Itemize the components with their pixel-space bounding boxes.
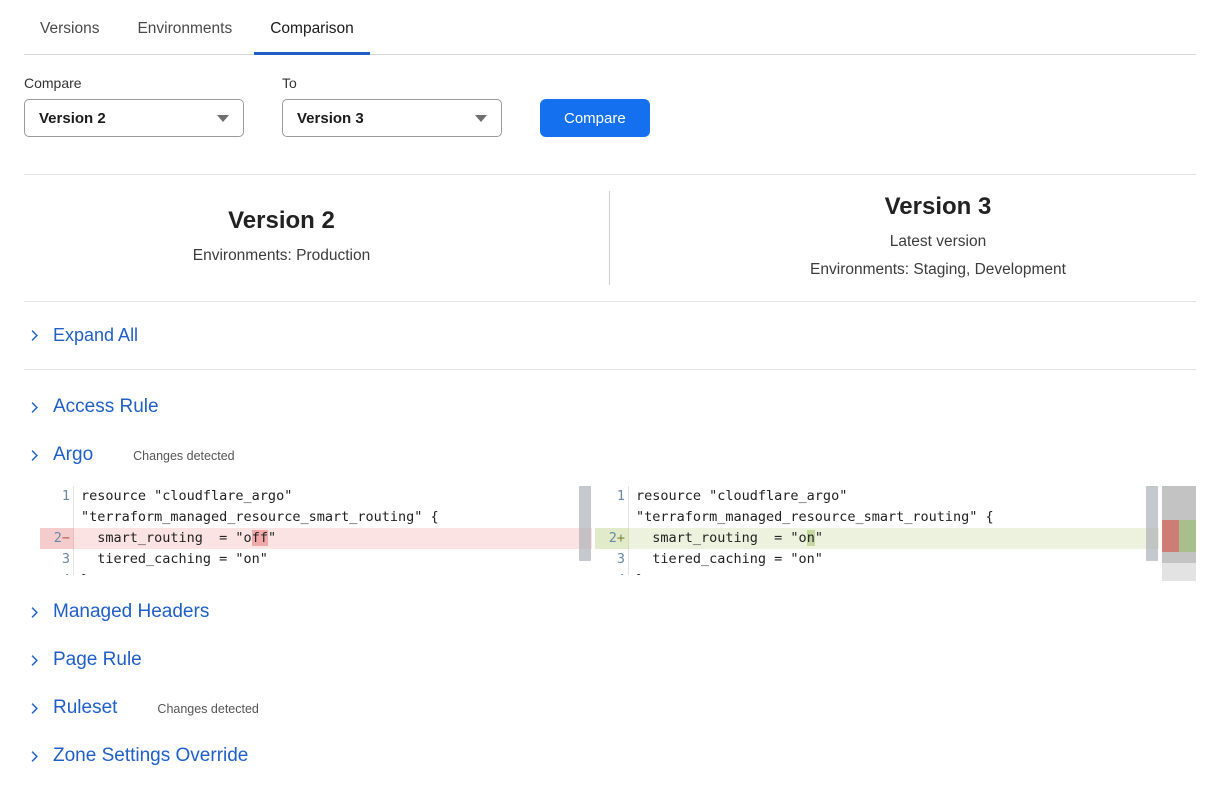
- tab-comparison[interactable]: Comparison: [254, 16, 370, 54]
- section-ruleset[interactable]: Ruleset Changes detected: [24, 697, 1196, 719]
- line-number: 2−: [40, 528, 74, 549]
- line-number: 2+: [595, 528, 629, 549]
- right-pane-scrollbar[interactable]: [1145, 486, 1159, 575]
- compare-from-label: Compare: [24, 75, 244, 91]
- chevron-right-icon: [28, 606, 41, 619]
- line-number: 4: [40, 570, 74, 575]
- section-label: Page Rule: [53, 649, 142, 671]
- version-left-title: Version 2: [24, 207, 539, 235]
- compare-to-select[interactable]: Version 3: [282, 99, 502, 137]
- section-label: Argo: [53, 444, 93, 466]
- compare-button[interactable]: Compare: [540, 99, 650, 137]
- code-text: }: [74, 570, 89, 575]
- code-text: tiered_caching = "on": [74, 549, 268, 570]
- version-right-environments: Environments: Staging, Development: [680, 256, 1196, 284]
- diff-row: 4}: [40, 570, 592, 575]
- version-right-subtitle: Latest version: [680, 228, 1196, 256]
- expand-all-label: Expand All: [53, 325, 138, 346]
- removed-marker: [1162, 520, 1179, 552]
- chevron-right-icon: [28, 702, 41, 715]
- section-label: Zone Settings Override: [53, 745, 248, 767]
- compare-from-field: Compare Version 2: [24, 75, 244, 137]
- scrollbar-thumb[interactable]: [1146, 486, 1158, 561]
- tab-bar: Versions Environments Comparison: [24, 0, 1196, 55]
- diff-viewer: 1resource "cloudflare_argo""terraform_ma…: [40, 486, 1196, 575]
- left-pane-scrollbar[interactable]: [578, 486, 592, 575]
- section-zone-settings-override[interactable]: Zone Settings Override: [24, 745, 1196, 767]
- compare-to-field: To Version 3: [282, 75, 502, 137]
- version-headers: Version 2 Environments: Production Versi…: [24, 175, 1196, 301]
- changes-detected-badge: Changes detected: [133, 449, 234, 463]
- diff-row: 1resource "cloudflare_argo": [40, 486, 592, 507]
- expand-all-button[interactable]: Expand All: [24, 302, 1196, 370]
- code-text: tiered_caching = "on": [629, 549, 823, 570]
- line-number: 1: [40, 486, 74, 507]
- section-access-rule[interactable]: Access Rule: [24, 396, 1196, 418]
- chevron-down-icon: [475, 115, 487, 122]
- line-number: 3: [595, 549, 629, 570]
- line-number: 3: [40, 549, 74, 570]
- changes-detected-badge: Changes detected: [157, 702, 258, 716]
- version-left-environments: Environments: Production: [24, 242, 539, 270]
- removed-sign: −: [62, 530, 70, 546]
- chevron-right-icon: [28, 750, 41, 763]
- chevron-down-icon: [217, 115, 229, 122]
- section-argo[interactable]: Argo Changes detected: [24, 444, 1196, 466]
- diff-overview-tail: [1162, 563, 1196, 581]
- code-text: smart_routing = "on": [629, 528, 823, 549]
- word-diff-highlight: n: [807, 530, 815, 546]
- diff-overview-ruler: [1162, 486, 1196, 563]
- tab-environments[interactable]: Environments: [121, 16, 248, 54]
- version-header-right: Version 3 Latest version Environments: S…: [610, 193, 1196, 284]
- line-number: [40, 507, 74, 528]
- line-number: 1: [595, 486, 629, 507]
- version-header-left: Version 2 Environments: Production: [24, 191, 610, 285]
- code-text: smart_routing = "off": [74, 528, 276, 549]
- line-number: [595, 507, 629, 528]
- diff-row: "terraform_managed_resource_smart_routin…: [595, 507, 1159, 528]
- diff-row: 3 tiered_caching = "on": [40, 549, 592, 570]
- chevron-right-icon: [28, 401, 41, 414]
- chevron-right-icon: [28, 329, 41, 342]
- code-text: "terraform_managed_resource_smart_routin…: [629, 507, 994, 528]
- diff-row: 1resource "cloudflare_argo": [595, 486, 1159, 507]
- compare-to-label: To: [282, 75, 502, 91]
- code-text: }: [629, 570, 644, 575]
- diff-pane-right: 1resource "cloudflare_argo""terraform_ma…: [595, 486, 1159, 575]
- word-diff-highlight: ff: [252, 530, 268, 546]
- diff-pane-left: 1resource "cloudflare_argo""terraform_ma…: [40, 486, 592, 575]
- code-text: resource "cloudflare_argo": [74, 486, 292, 507]
- line-number: 4: [595, 570, 629, 575]
- diff-overview-markers: [1162, 520, 1196, 552]
- section-label: Ruleset: [53, 697, 117, 719]
- section-label: Access Rule: [53, 396, 159, 418]
- section-managed-headers[interactable]: Managed Headers: [24, 601, 1196, 623]
- compare-from-value: Version 2: [39, 110, 106, 127]
- compare-from-select[interactable]: Version 2: [24, 99, 244, 137]
- diff-row: 2− smart_routing = "off": [40, 528, 592, 549]
- added-marker: [1179, 520, 1196, 552]
- compare-to-value: Version 3: [297, 110, 364, 127]
- page: Versions Environments Comparison Compare…: [24, 0, 1196, 767]
- code-text: resource "cloudflare_argo": [629, 486, 847, 507]
- diff-row: "terraform_managed_resource_smart_routin…: [40, 507, 592, 528]
- section-label: Managed Headers: [53, 601, 209, 623]
- compare-controls: Compare Version 2 To Version 3 Compare: [24, 75, 1196, 137]
- version-right-title: Version 3: [680, 193, 1196, 221]
- scrollbar-thumb[interactable]: [579, 486, 591, 561]
- code-text: "terraform_managed_resource_smart_routin…: [74, 507, 439, 528]
- diff-row: 3 tiered_caching = "on": [595, 549, 1159, 570]
- chevron-right-icon: [28, 449, 41, 462]
- added-sign: +: [617, 530, 625, 546]
- chevron-right-icon: [28, 654, 41, 667]
- diff-row: 2+ smart_routing = "on": [595, 528, 1159, 549]
- section-page-rule[interactable]: Page Rule: [24, 649, 1196, 671]
- tab-versions[interactable]: Versions: [24, 16, 115, 54]
- diff-row: 4}: [595, 570, 1159, 575]
